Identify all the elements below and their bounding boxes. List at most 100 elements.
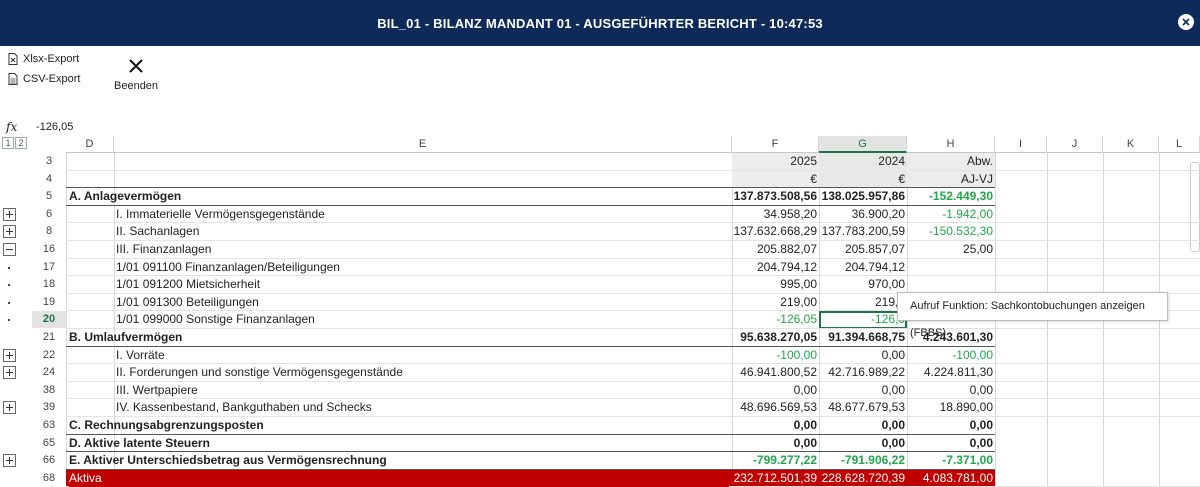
exit-button[interactable]: Beenden bbox=[114, 58, 158, 92]
cell-e[interactable]: II. Sachanlagen bbox=[116, 223, 730, 241]
cell-e[interactable] bbox=[116, 153, 730, 171]
cell-d[interactable]: B. Umlaufvermögen bbox=[69, 329, 729, 347]
cell-h[interactable]: 0,00 bbox=[907, 417, 995, 435]
cell-e[interactable]: 1/01 091200 Mietsicherheit bbox=[116, 276, 730, 294]
cell-g[interactable]: 228.628.720,39 bbox=[819, 469, 907, 487]
column-header-k[interactable]: K bbox=[1103, 136, 1159, 153]
cell-f[interactable]: 204.794,12 bbox=[732, 259, 819, 277]
cell-g[interactable]: 205.857,07 bbox=[819, 241, 907, 259]
cell-f[interactable]: 219,00 bbox=[732, 294, 819, 312]
cell-d[interactable]: Aktiva bbox=[69, 469, 729, 487]
cell-d[interactable]: A. Anlagevermögen bbox=[69, 188, 729, 206]
cell-h[interactable]: -152.449,30 bbox=[907, 188, 995, 206]
cell-g[interactable]: 137.783.200,59 bbox=[819, 223, 907, 241]
row-header[interactable]: 66 bbox=[32, 452, 66, 469]
cell-h[interactable]: 25,00 bbox=[907, 241, 995, 259]
column-header-g[interactable]: G bbox=[819, 136, 907, 153]
cell-g[interactable]: 204.794,12 bbox=[819, 259, 907, 277]
cell-f[interactable]: 48.696.569,53 bbox=[732, 399, 819, 417]
row-header[interactable]: 18 bbox=[32, 276, 66, 293]
expand-group-icon[interactable] bbox=[3, 207, 16, 221]
column-header-i[interactable]: I bbox=[995, 136, 1047, 153]
cell-f[interactable]: -126,05 bbox=[732, 311, 819, 329]
cell-f[interactable]: 2025 bbox=[732, 153, 819, 171]
cell-f[interactable]: 0,00 bbox=[732, 435, 819, 453]
column-header-f[interactable]: F bbox=[732, 136, 819, 153]
collapse-group-icon[interactable] bbox=[3, 243, 16, 256]
cell-f[interactable]: 137.873.508,56 bbox=[732, 188, 819, 206]
cell-e[interactable]: 1/01 091100 Finanzanlagen/Beteiligungen bbox=[116, 259, 730, 277]
expand-group-icon[interactable] bbox=[3, 454, 16, 468]
cell-g[interactable]: € bbox=[819, 170, 907, 189]
cell-e[interactable]: IV. Kassenbestand, Bankguthaben und Sche… bbox=[116, 399, 730, 417]
cell-g[interactable]: 2024 bbox=[819, 153, 907, 171]
cell-h[interactable]: 18.890,00 bbox=[907, 399, 995, 417]
row-header[interactable]: 22 bbox=[32, 347, 66, 364]
row-header[interactable]: 3 bbox=[32, 153, 66, 170]
column-header-d[interactable]: D bbox=[66, 136, 114, 153]
cell-e[interactable]: II. Forderungen und sonstige Vermögensge… bbox=[116, 364, 730, 382]
cell-e[interactable] bbox=[116, 171, 730, 189]
cell-e[interactable]: I. Immaterielle Vermögensgegenstände bbox=[116, 206, 730, 224]
row-header[interactable]: 16 bbox=[32, 241, 66, 258]
cell-f[interactable]: 137.632.668,29 bbox=[732, 223, 819, 241]
cell-f[interactable]: 232.712.501,39 bbox=[732, 469, 819, 487]
row-header[interactable]: 65 bbox=[32, 435, 66, 452]
csv-export-button[interactable]: CSV-Export bbox=[8, 73, 80, 85]
expand-group-icon[interactable] bbox=[3, 225, 16, 239]
row-header[interactable]: 63 bbox=[32, 417, 66, 434]
row-header[interactable]: 20 bbox=[32, 311, 66, 329]
cell-e[interactable]: 1/01 099000 Sonstige Finanzanlagen bbox=[116, 311, 730, 329]
cell-f[interactable]: 95.638.270,05 bbox=[732, 329, 819, 347]
cell-h[interactable]: -1.942,00 bbox=[907, 206, 995, 224]
cell-g[interactable]: 0,00 bbox=[819, 417, 907, 435]
outline-level-2-button[interactable]: 2 bbox=[15, 137, 27, 149]
cell-e[interactable]: I. Vorräte bbox=[116, 347, 730, 365]
column-header-j[interactable]: J bbox=[1047, 136, 1103, 153]
xlsx-export-button[interactable]: Xlsx-Export bbox=[8, 53, 79, 65]
cell-e[interactable]: III. Finanzanlagen bbox=[116, 241, 730, 259]
cell-g[interactable]: 36.900,20 bbox=[819, 206, 907, 224]
column-header-e[interactable]: E bbox=[114, 136, 732, 153]
cell-f[interactable]: € bbox=[732, 170, 819, 189]
cell-g[interactable]: 970,00 bbox=[819, 276, 907, 294]
row-header[interactable]: 8 bbox=[32, 223, 66, 240]
row-header[interactable]: 68 bbox=[32, 470, 66, 487]
row-header[interactable]: 38 bbox=[32, 382, 66, 399]
cell-d[interactable]: E. Aktiver Unterschiedsbetrag aus Vermög… bbox=[69, 452, 729, 470]
cell-f[interactable]: 205.882,07 bbox=[732, 241, 819, 259]
cell-h[interactable]: 4.083.781,00 bbox=[907, 469, 995, 487]
cell-g[interactable]: 0,00 bbox=[819, 382, 907, 400]
cell-h[interactable]: 0,00 bbox=[907, 382, 995, 400]
column-header-h[interactable]: H bbox=[907, 136, 995, 153]
expand-group-icon[interactable] bbox=[3, 366, 16, 380]
formula-value[interactable]: -126,05 bbox=[36, 121, 73, 133]
cell-f[interactable]: 46.941.800,52 bbox=[732, 364, 819, 382]
row-header[interactable]: 6 bbox=[32, 206, 66, 223]
cell-f[interactable]: -799.277,22 bbox=[732, 452, 819, 470]
cell-g[interactable]: 0,00 bbox=[819, 347, 907, 365]
cell-f[interactable]: -100,00 bbox=[732, 347, 819, 365]
outline-level-1-button[interactable]: 1 bbox=[2, 137, 14, 149]
cell-h[interactable]: 4.224.811,30 bbox=[907, 364, 995, 382]
cell-e[interactable]: 1/01 091300 Beteiligungen bbox=[116, 294, 730, 312]
cell-h[interactable] bbox=[907, 259, 995, 277]
cell-h[interactable]: AJ-VJ bbox=[907, 170, 995, 189]
expand-group-icon[interactable] bbox=[3, 348, 16, 362]
cell-h[interactable]: -100,00 bbox=[907, 347, 995, 365]
close-window-button[interactable] bbox=[1178, 14, 1194, 30]
column-header-l[interactable]: L bbox=[1159, 136, 1200, 153]
cell-h[interactable]: -150.532,30 bbox=[907, 223, 995, 241]
row-header[interactable]: 24 bbox=[32, 364, 66, 381]
row-header[interactable]: 19 bbox=[32, 294, 66, 311]
row-header[interactable]: 39 bbox=[32, 399, 66, 416]
cell-g[interactable]: 0,00 bbox=[819, 435, 907, 453]
cell-f[interactable]: 0,00 bbox=[732, 382, 819, 400]
cell-d[interactable]: D. Aktive latente Steuern bbox=[69, 435, 729, 453]
cell-h[interactable]: 0,00 bbox=[907, 435, 995, 453]
row-header[interactable]: 5 bbox=[32, 188, 66, 205]
row-header[interactable]: 21 bbox=[32, 329, 66, 346]
row-header[interactable]: 4 bbox=[32, 171, 66, 188]
cell-g[interactable]: -791.906,22 bbox=[819, 452, 907, 470]
expand-group-icon[interactable] bbox=[3, 401, 16, 415]
